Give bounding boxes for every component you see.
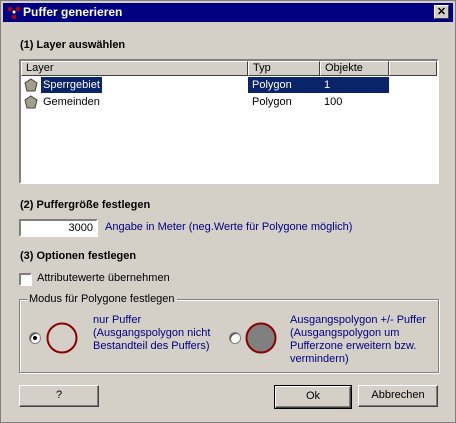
table-row[interactable]: Gemeinden Polygon 100 — [21, 94, 437, 110]
title-bar[interactable]: Puffer generieren ✕ — [3, 3, 453, 22]
mode-polygon-plus-buffer-description: Ausgangspolygon +/- Puffer (Ausgangspoly… — [290, 314, 426, 366]
mode-buffer-only-radio[interactable] — [29, 332, 41, 344]
section-2-title: (2) Puffergröße festlegen — [20, 199, 151, 211]
mode-polygon-plus-buffer-line-4: vermindern) — [290, 353, 349, 365]
radio-selected-dot — [33, 336, 37, 340]
cancel-button[interactable]: Abbrechen — [358, 385, 438, 407]
ring-icon — [46, 322, 78, 354]
cell-objekte: 100 — [324, 96, 343, 108]
buffer-size-input[interactable]: 3000 — [19, 219, 98, 237]
window-title: Puffer generieren — [23, 5, 123, 19]
layer-polygon-icon — [24, 95, 38, 109]
mode-polygon-plus-buffer-line-2: (Ausgangspolygon um — [290, 327, 400, 339]
cell-typ: Polygon — [252, 96, 292, 108]
cell-typ: Polygon — [248, 77, 320, 93]
table-row[interactable]: Sperrgebiet Polygon 1 — [21, 77, 437, 93]
cell-objekte: 1 — [320, 77, 389, 93]
attribute-values-checkbox[interactable] — [19, 273, 32, 286]
mode-polygon-plus-buffer-line-1: Ausgangspolygon +/- Puffer — [290, 314, 426, 326]
mode-polygon-plus-buffer-radio[interactable] — [229, 332, 241, 344]
mode-buffer-only-description: nur Puffer (Ausgangspolygon nicht Bestan… — [93, 314, 210, 353]
mode-buffer-only-line-2: (Ausgangspolygon nicht — [93, 327, 211, 339]
help-button[interactable]: ? — [19, 385, 99, 407]
filled-ring-icon — [245, 322, 277, 354]
section-3-title: (3) Optionen festlegen — [20, 250, 137, 262]
mode-buffer-only-line-3: Bestandteil des Puffers) — [93, 340, 210, 352]
dialog-window: Puffer generieren ✕ (1) Layer auswählen … — [0, 0, 456, 423]
app-icon — [7, 6, 21, 20]
layer-polygon-icon — [24, 78, 38, 92]
mode-polygon-plus-buffer-line-3: Pufferzone erweitern bzw. — [290, 340, 417, 352]
close-icon: ✕ — [436, 6, 447, 18]
column-header-objekte[interactable]: Objekte — [320, 61, 389, 76]
ok-button[interactable]: Ok — [274, 385, 352, 409]
column-header-empty — [389, 61, 437, 76]
column-header-layer[interactable]: Layer — [21, 61, 248, 76]
close-button[interactable]: ✕ — [434, 5, 449, 19]
mode-buffer-only-line-1: nur Puffer — [93, 314, 142, 326]
cell-layer: Gemeinden — [43, 96, 100, 108]
buffer-size-hint: Angabe in Meter (neg.Werte für Polygone … — [105, 221, 353, 233]
list-header: Layer Typ Objekte — [21, 61, 437, 76]
polygon-mode-group-label: Modus für Polygone festlegen — [27, 293, 177, 305]
layer-list[interactable]: Layer Typ Objekte Sperrgebiet Polygon 1 … — [19, 59, 439, 184]
cell-layer: Sperrgebiet — [41, 77, 102, 93]
column-header-typ[interactable]: Typ — [248, 61, 320, 76]
attribute-values-label[interactable]: Attributewerte übernehmen — [37, 272, 170, 284]
section-1-title: (1) Layer auswählen — [20, 39, 126, 51]
